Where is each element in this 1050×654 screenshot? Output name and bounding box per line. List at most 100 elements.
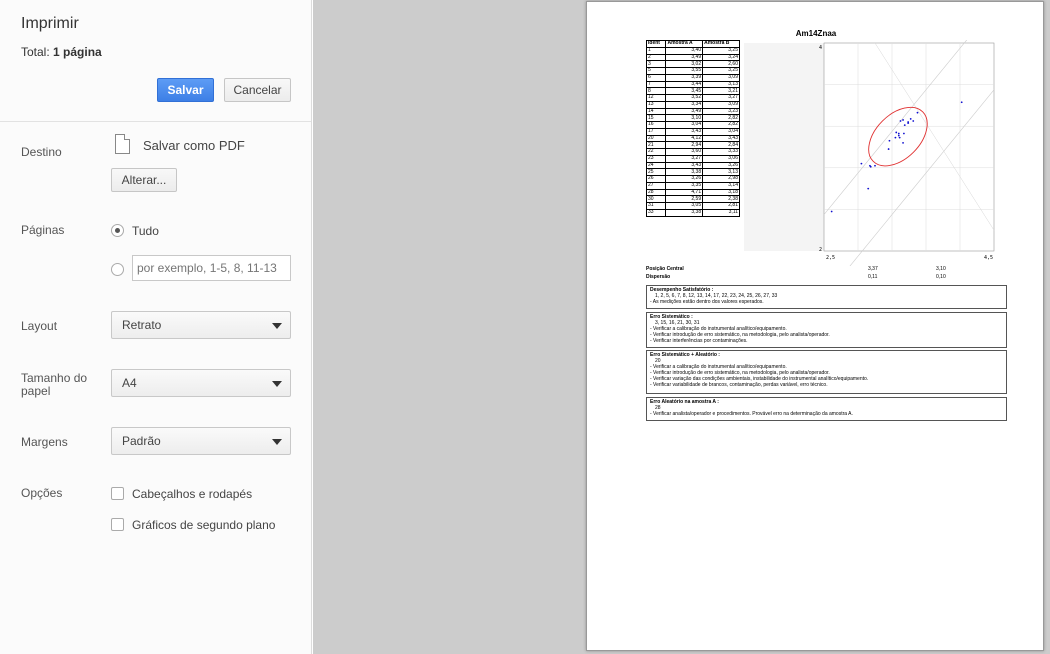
table-cell: 3,26 [702,161,740,170]
data-point [903,132,905,135]
table-cell: 3,35 [665,181,704,190]
table-cell: 28 [645,188,667,197]
table-row: 2 3,49 3,24 [645,53,740,62]
data-point [830,210,833,213]
dispersion-label: Dispersão [646,274,671,280]
paper-size-label-line1: Tamanho do [21,371,88,385]
dispersion-row: Dispersão 0,11 0,10 [646,274,1006,282]
data-point [899,120,902,122]
data-point [960,101,963,104]
change-destination-button[interactable]: Alterar... [111,168,177,192]
evaluation-box-note: - Verificar interferências por contamina… [650,338,748,344]
data-point [894,136,897,139]
y-tick-label: 2 [819,247,822,253]
data-point [907,122,910,124]
table-cell: 4,71 [665,188,704,197]
data-point [902,119,904,121]
page-total-label: Total: [21,45,54,59]
table-cell: 17 [645,127,667,136]
evaluation-box-note: - Verificar variabilidade de brancos, co… [650,382,828,388]
dropdown-arrow-icon [272,439,282,445]
samples-table: Ident Amostra A Amostra B 1 3,40 3,25 2 3,49 3,… [645,40,740,217]
print-title: Imprimir [21,15,79,32]
table-row: 17 3,43 3,04 [645,127,740,136]
document-title: Am14Znaa [795,29,837,38]
margins-select[interactable]: Padrão [111,427,291,455]
table-cell: 3,27 [665,154,704,163]
table-cell: 3,34 [665,100,704,109]
pages-custom-radio[interactable] [111,263,124,276]
data-point [912,120,915,122]
data-point [916,111,919,114]
plot-side-panel [744,43,824,251]
evaluation-box-note: - Verificar analista/operador e procedim… [650,411,853,417]
data-point [874,164,876,167]
data-point [887,148,890,150]
data-point [869,165,872,168]
layout-value: Retrato [122,318,162,332]
destination-label: Destino [21,145,62,159]
dropdown-arrow-icon [272,381,282,387]
table-row: 33 3,38 3,11 [645,208,740,217]
background-graphics-checkbox[interactable] [111,518,124,531]
evaluation-box-note: - As medições estão dentro dos valores e… [650,299,764,305]
data-point [897,134,900,137]
table-row: 20 4,12 3,43 [645,134,740,143]
table-row: 6 3,39 3,09 [645,73,740,82]
data-point [902,141,904,144]
paper-size-label-line2: papel [21,384,51,398]
table-cell: 3,49 [665,53,704,62]
pages-label: Páginas [21,223,65,237]
margins-label: Margens [21,435,68,449]
table-cell: 3,09 [702,73,740,82]
layout-label: Layout [21,319,58,333]
data-point [860,162,863,165]
paper-size-value: A4 [122,376,137,390]
table-cell: 3,40 [665,46,704,55]
x-tick-label: 4,5 [984,255,993,261]
x-tick-label: 2,5 [826,255,835,261]
table-cell: 23 [645,154,667,163]
position-a-value: 3,37 [868,266,878,272]
table-cell: 3,43 [665,161,704,170]
y-tick-label: 4 [819,45,822,51]
page-total: Total: 1 página [21,45,102,59]
dropdown-arrow-icon [272,323,282,329]
table-cell: 13 [645,100,667,109]
table-row: 28 4,71 3,18 [645,188,740,197]
table-cell: 3,14 [702,181,740,190]
table-cell: 2 [645,53,667,62]
table-cell: 3,25 [702,46,740,55]
print-settings-sidebar: Imprimir Total: 1 página Salvar Cancelar… [0,0,312,654]
save-button[interactable]: Salvar [157,78,214,102]
headers-footers-checkbox[interactable] [111,487,124,500]
table-row: 7 3,44 3,13 [645,80,740,89]
print-preview-area[interactable]: Am14Znaa Ident Amostra A Amostra B 1 3,40 3,… [313,0,1050,654]
cancel-button[interactable]: Cancelar [224,78,291,102]
pages-all-radio[interactable] [111,224,124,237]
plot-frame [823,42,995,252]
pages-custom-input[interactable] [132,255,291,281]
paper-size-select[interactable]: A4 [111,369,291,397]
table-cell: 3,09 [702,100,740,109]
table-row: 23 3,27 3,06 [645,154,740,163]
table-cell: 27 [645,181,667,190]
table-cell: 14 [645,107,667,116]
table-cell: 4,12 [665,134,704,143]
layout-select[interactable]: Retrato [111,311,291,339]
table-cell: 3,43 [702,134,740,143]
margins-value: Padrão [122,434,161,448]
table-row: 1 3,40 3,25 [645,46,740,55]
table-cell: 3,49 [665,107,704,116]
table-cell: 33 [645,208,667,217]
table-row: 24 3,43 3,26 [645,161,740,170]
dispersion-b-value: 0,10 [936,274,946,280]
table-cell: 3,39 [665,73,704,82]
table-cell: 20 [645,134,667,143]
preview-page: Am14Znaa Ident Amostra A Amostra B 1 3,40 3,… [586,1,1044,651]
data-point [909,118,912,120]
background-graphics-label: Gráficos de segundo plano [132,518,276,532]
options-label: Opções [21,486,63,500]
position-row: Posição Central 3,37 3,10 [646,266,1006,274]
table-row: 13 3,34 3,09 [645,100,740,109]
